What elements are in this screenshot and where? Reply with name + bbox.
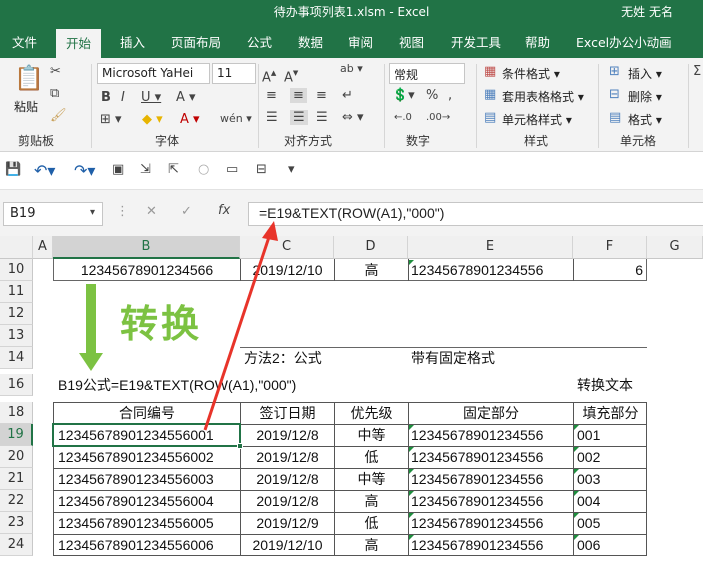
red-annotation-arrow [203, 221, 278, 431]
